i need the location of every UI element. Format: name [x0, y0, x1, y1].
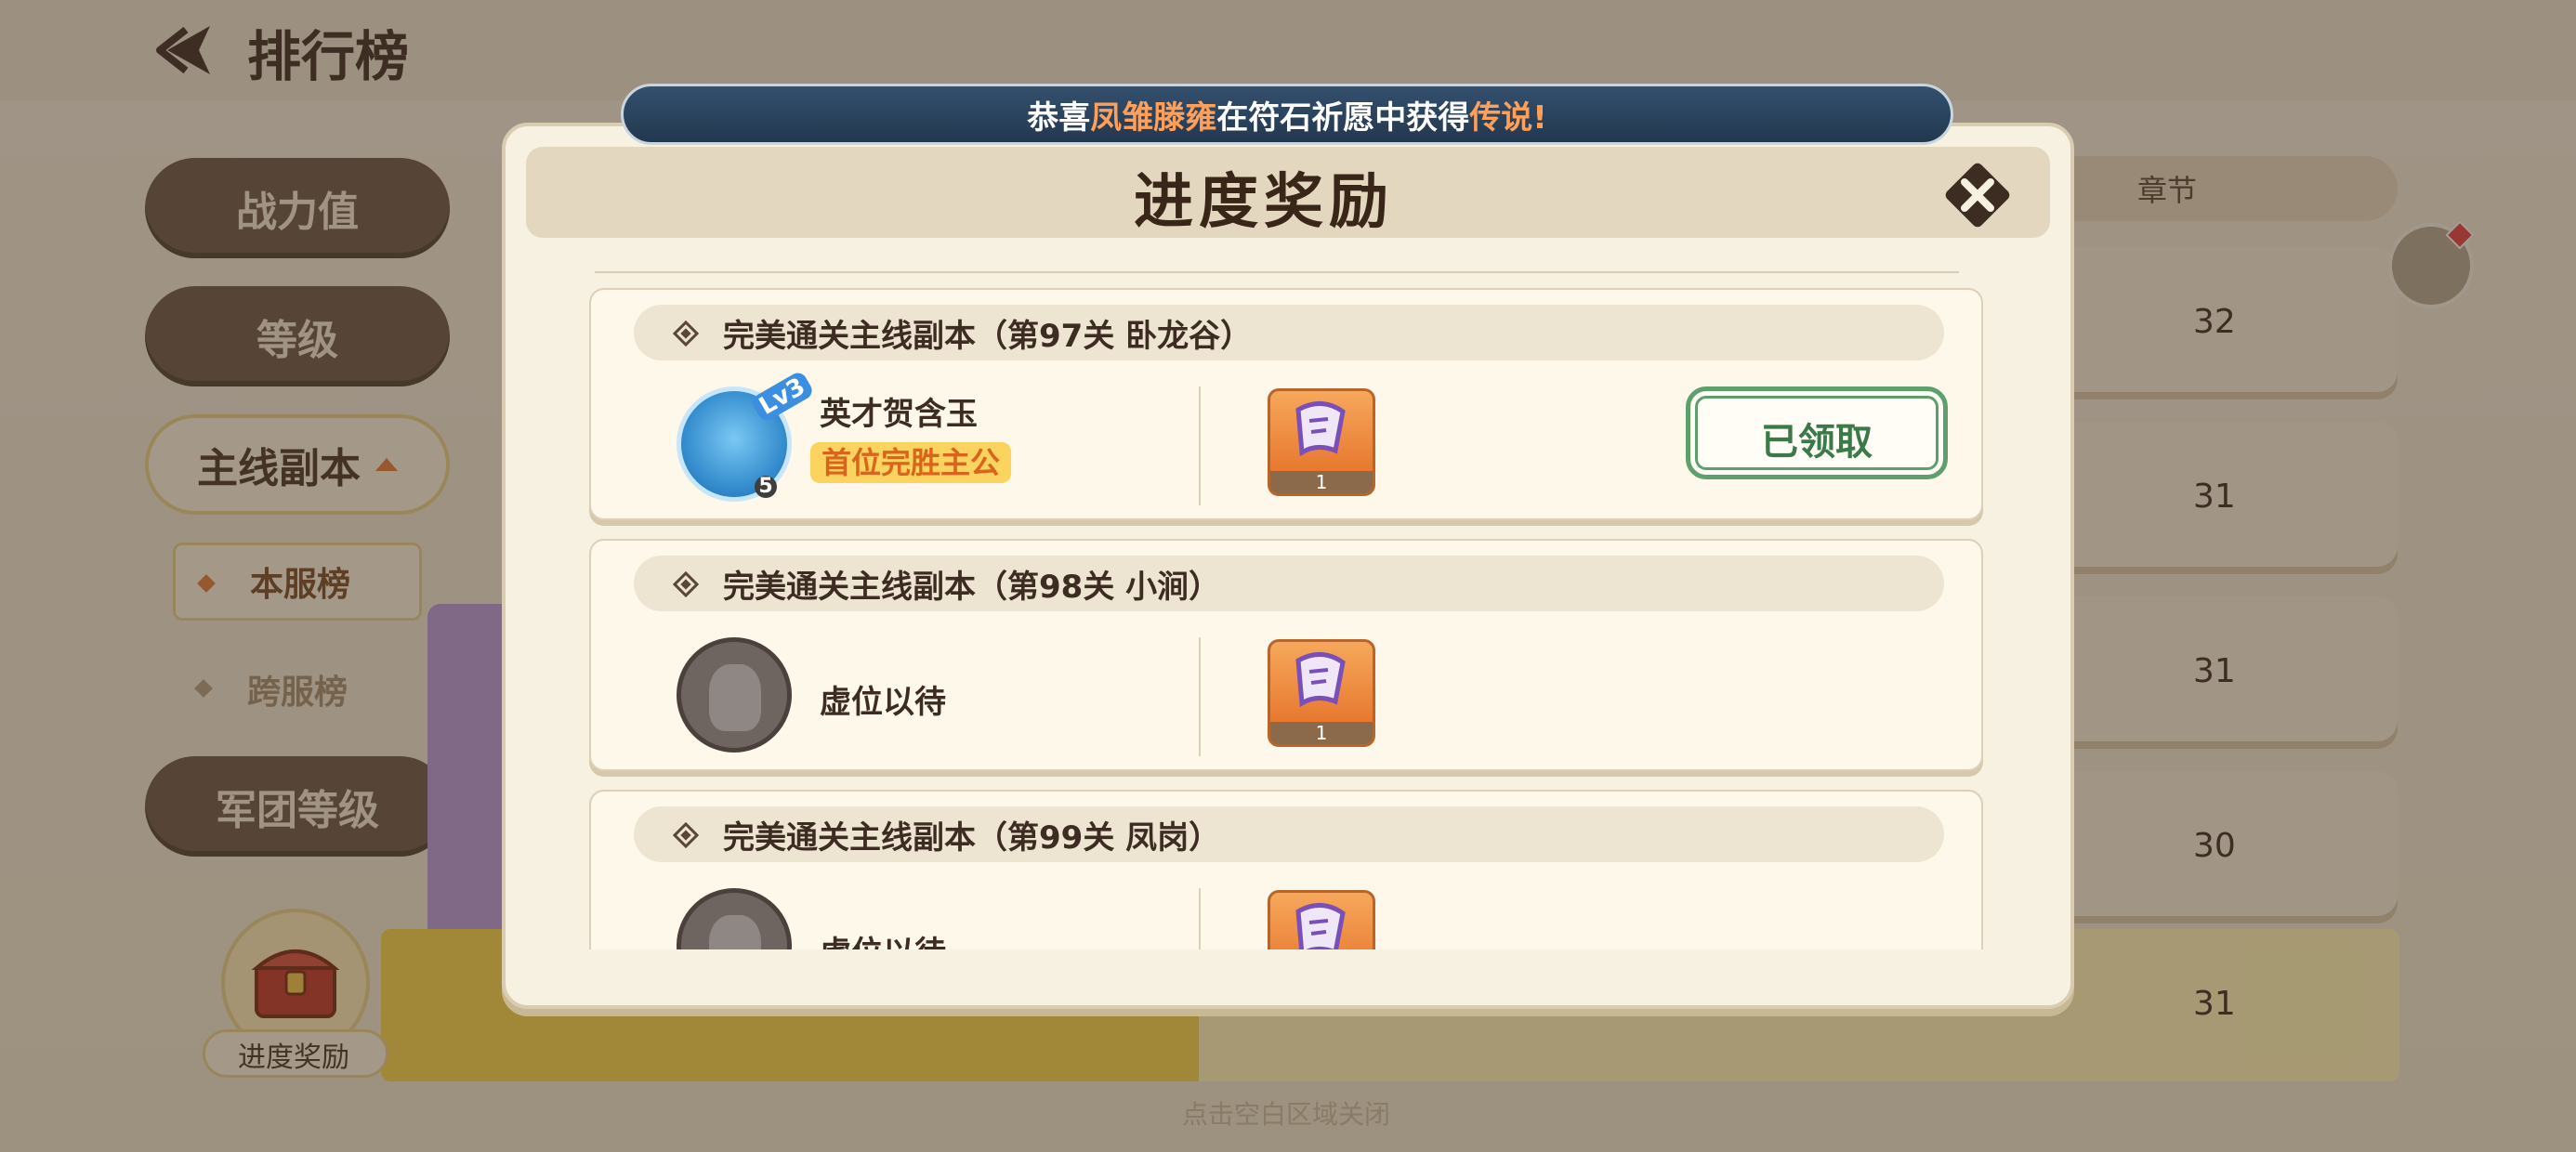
player-name: 虚位以待: [820, 927, 946, 949]
banner-prefix: 恭喜: [1027, 98, 1091, 137]
reward-list[interactable]: 完美通关主线副本（第97关 卧龙谷） Lv3 5 英才贺含玉 首位完胜主公 1 …: [585, 284, 1991, 949]
modal-title: 进度奖励: [1134, 167, 1394, 237]
avatar-level-number: 5: [755, 476, 777, 498]
placeholder-avatar: [677, 637, 792, 753]
claimed-label: 已领取: [1761, 421, 1873, 464]
close-icon[interactable]: [1939, 156, 2017, 234]
diamond-icon: [672, 821, 700, 849]
card-title: 完美通关主线副本（第98关 小涧）: [723, 569, 1221, 606]
reward-card: 完美通关主线副本（第98关 小涧） 虚位以待 1: [589, 539, 1983, 771]
card-title: 完美通关主线副本（第97关 卧龙谷）: [723, 318, 1253, 355]
reward-item-scroll-icon[interactable]: [1268, 890, 1375, 949]
reward-quantity: 1: [1315, 471, 1328, 493]
card-title: 完美通关主线副本（第99关 凤岗）: [723, 819, 1221, 857]
first-clear-tag: 首位完胜主公: [810, 442, 1012, 483]
placeholder-avatar: [677, 888, 792, 949]
header-divider: [595, 271, 1959, 273]
card-divider: [1199, 386, 1201, 505]
reward-item-scroll-icon[interactable]: 1: [1268, 388, 1375, 496]
banner-middle: 在符石祈愿中获得: [1216, 98, 1470, 137]
card-title-bar: 完美通关主线副本（第97关 卧龙谷）: [634, 305, 1944, 360]
close-hint: 点击空白区域关闭: [1182, 1099, 1391, 1130]
card-title-bar: 完美通关主线副本（第99关 凤岗）: [634, 806, 1944, 862]
claimed-button[interactable]: 已领取: [1686, 386, 1948, 479]
player-name: 虚位以待: [820, 684, 946, 721]
player-name: 英才贺含玉: [820, 396, 978, 433]
card-title-bar: 完美通关主线副本（第98关 小涧）: [634, 556, 1944, 611]
reward-card: 完美通关主线副本（第99关 凤岗） 虚位以待: [589, 790, 1983, 949]
card-divider: [1199, 888, 1201, 949]
reward-item-scroll-icon[interactable]: 1: [1268, 639, 1375, 747]
banner-player: 凤雏滕雍: [1090, 98, 1217, 137]
announcement-banner: 恭喜 凤雏滕雍 在符石祈愿中获得 传说!: [621, 84, 1953, 145]
diamond-icon: [672, 570, 700, 598]
diamond-icon: [672, 320, 700, 347]
reward-quantity: 1: [1315, 722, 1328, 744]
reward-card: 完美通关主线副本（第97关 卧龙谷） Lv3 5 英才贺含玉 首位完胜主公 1 …: [589, 288, 1983, 520]
card-divider: [1199, 637, 1201, 756]
banner-item: 传说!: [1469, 98, 1547, 137]
